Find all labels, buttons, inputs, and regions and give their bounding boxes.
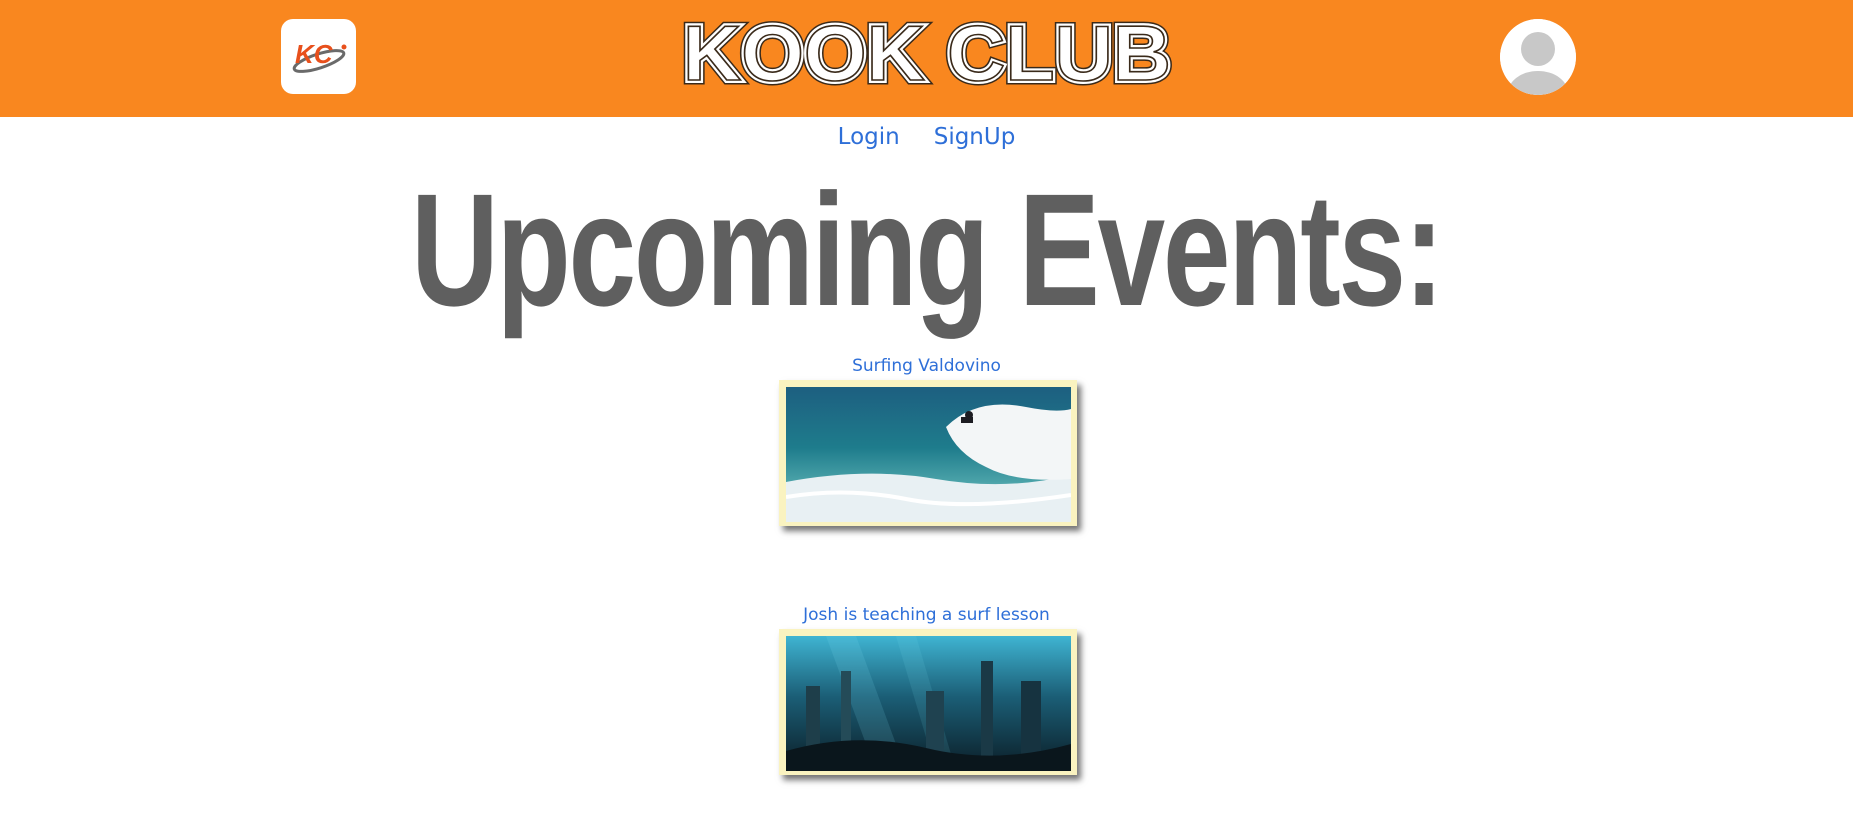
svg-text:KOOK CLUB: KOOK CLUB [683, 10, 1171, 94]
surfer-wave-photo[interactable] [779, 380, 1077, 526]
auth-nav: Login SignUp [0, 124, 1853, 150]
page-title: Upcoming Events: [410, 160, 1444, 339]
event-card: Surfing Valdovino [0, 355, 1853, 377]
logo-text: KC [295, 39, 334, 69]
underwater-city-photo[interactable] [779, 629, 1077, 775]
login-link[interactable]: Login [838, 124, 900, 150]
svg-text:KOOK CLUB: KOOK CLUB [683, 10, 1171, 94]
kc-logo-icon[interactable]: KC [281, 19, 356, 94]
event-card: Josh is teaching a surf lesson [0, 604, 1853, 626]
event-title-link[interactable]: Surfing Valdovino [0, 355, 1853, 377]
user-avatar-icon[interactable] [1500, 19, 1576, 95]
event-title-link[interactable]: Josh is teaching a surf lesson [0, 604, 1853, 626]
signup-link[interactable]: SignUp [934, 124, 1016, 150]
svg-text:KOOK CLUB: KOOK CLUB [683, 10, 1171, 94]
top-header: KC KOOK CLUB KOOK CLUB KOOK CLUB [0, 0, 1853, 117]
